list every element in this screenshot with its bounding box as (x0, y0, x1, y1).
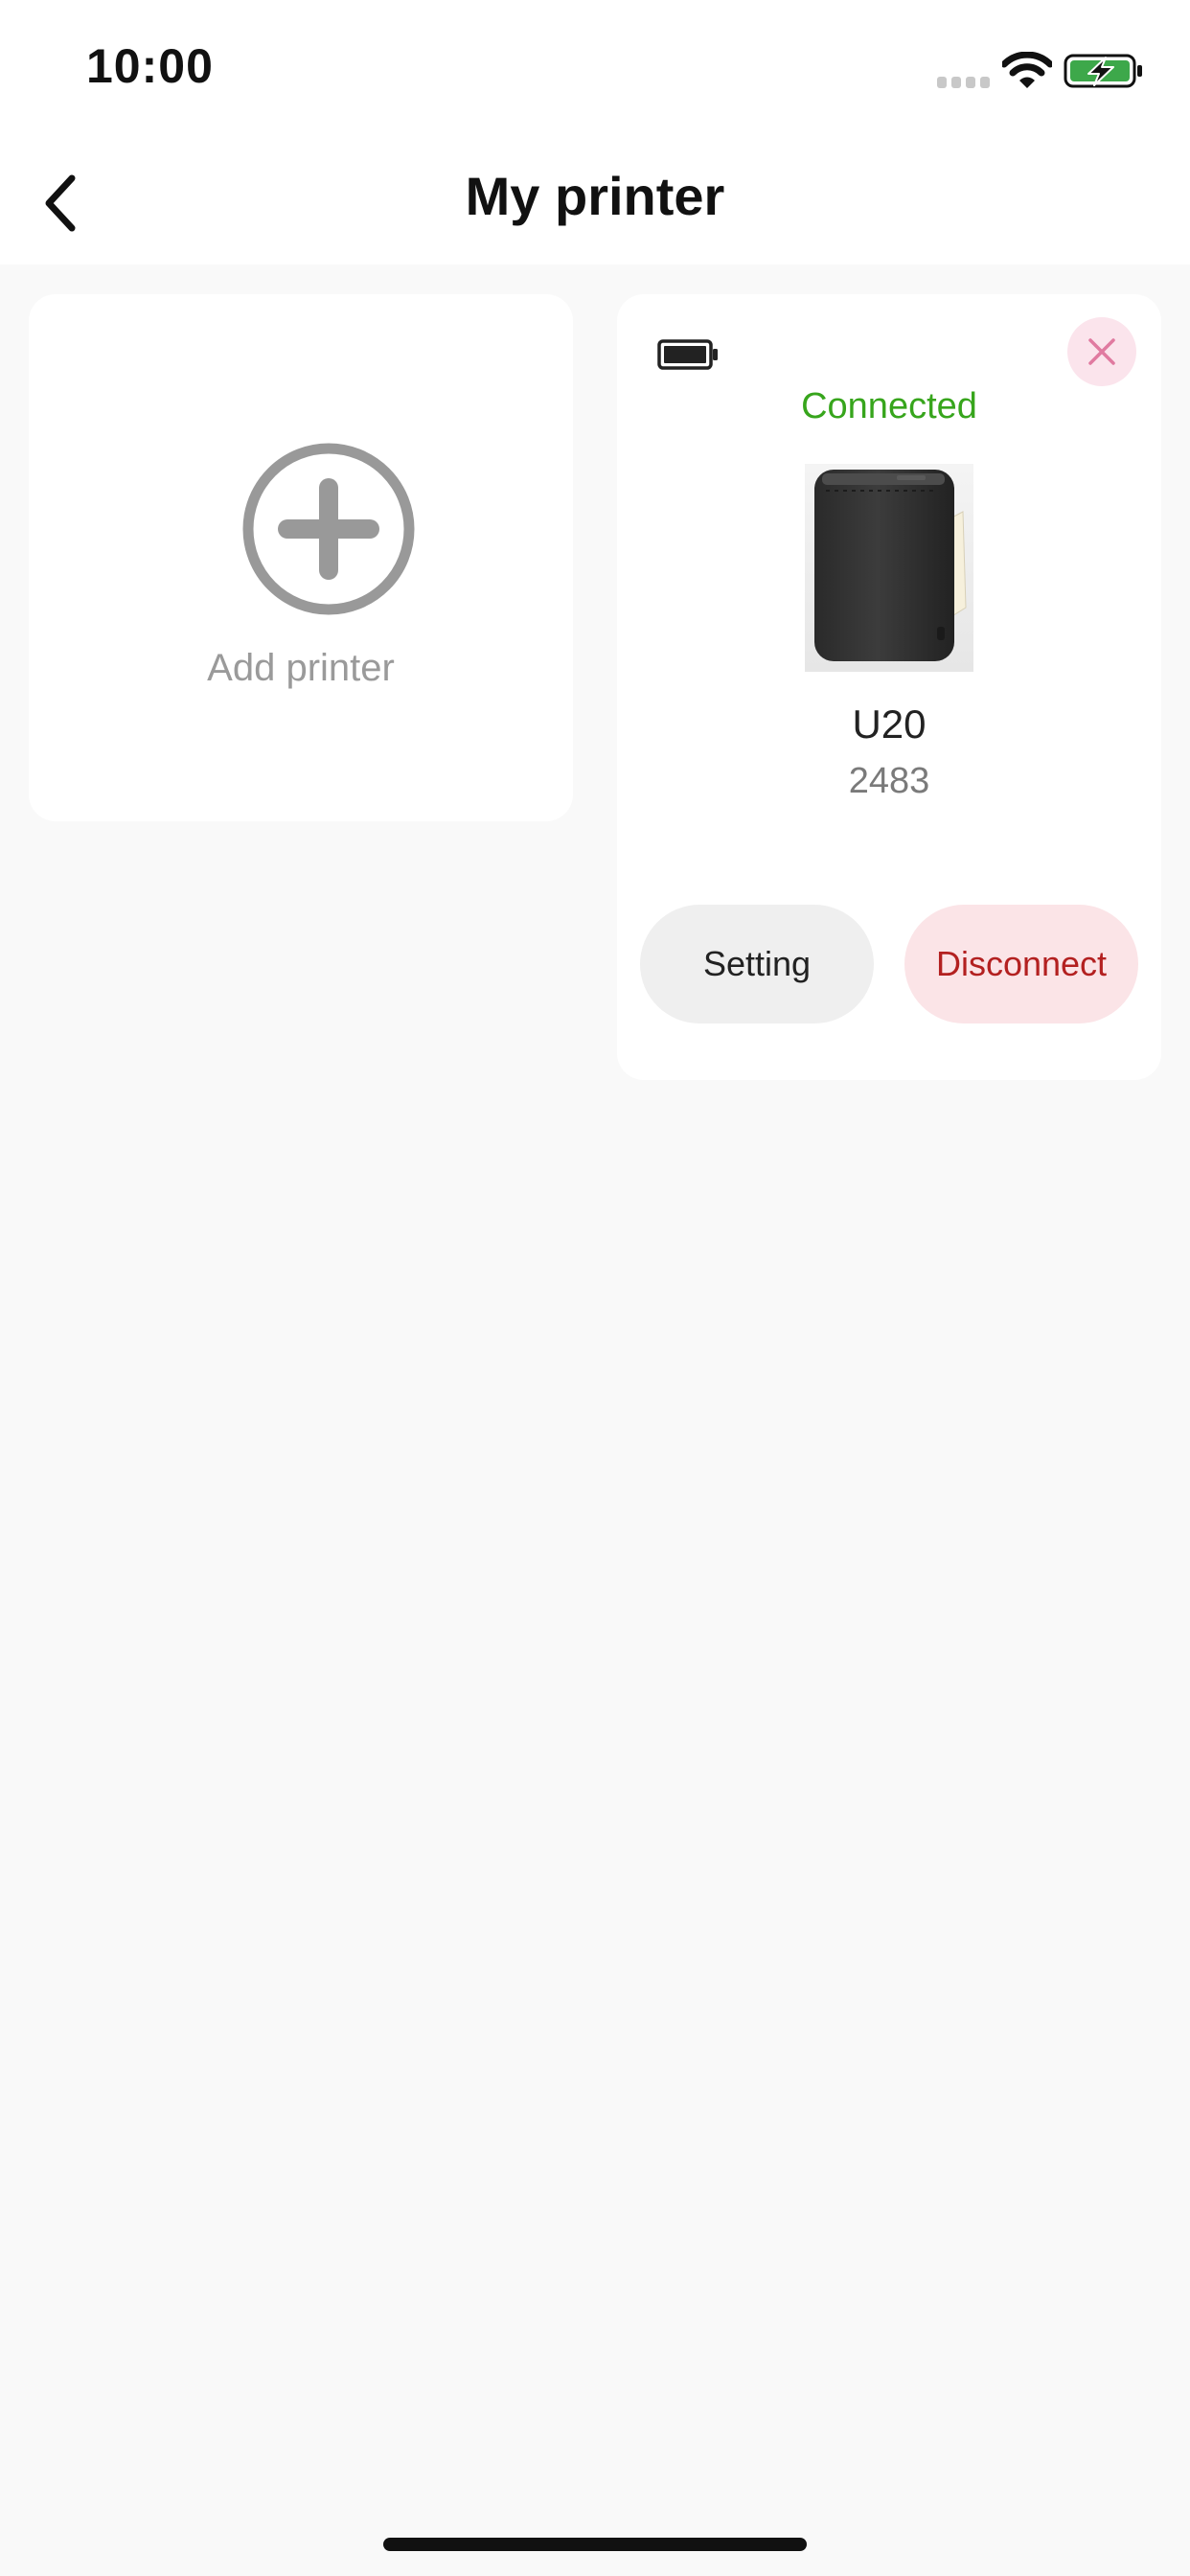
printer-model: U20 (852, 702, 927, 747)
home-indicator[interactable] (383, 2538, 807, 2551)
add-printer-label: Add printer (207, 647, 395, 689)
status-time: 10:00 (86, 39, 214, 93)
battery-icon (657, 339, 718, 370)
add-printer-card[interactable]: Add printer (29, 294, 573, 821)
plus-circle-icon (242, 443, 415, 615)
cellular-signal-icon (937, 77, 990, 88)
close-button[interactable] (1067, 317, 1136, 386)
disconnect-button[interactable]: Disconnect (904, 905, 1138, 1024)
status-bar: 10:00 (0, 0, 1190, 144)
page-title: My printer (465, 166, 725, 226)
printer-serial: 2483 (848, 761, 930, 801)
close-icon (1088, 338, 1115, 365)
setting-button[interactable]: Setting (640, 905, 874, 1024)
wifi-icon (1002, 52, 1052, 88)
battery-charging-icon (1064, 54, 1142, 88)
connection-status: Connected (801, 386, 977, 426)
printer-image (805, 464, 973, 672)
printer-card: Connected U20 2483 Setting Disconnect (617, 294, 1161, 1080)
nav-bar: My printer (0, 144, 1190, 264)
